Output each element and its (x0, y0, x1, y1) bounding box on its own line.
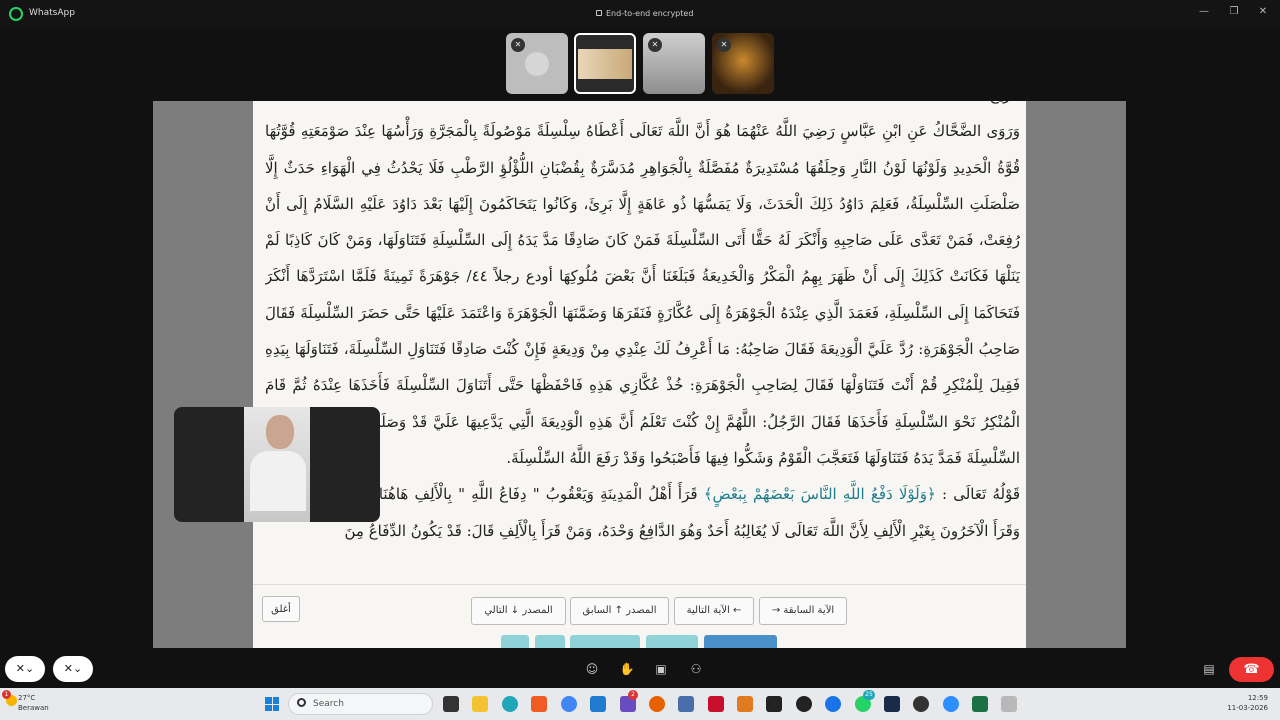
top-fragment: الرِّيحُ. (265, 101, 1020, 113)
mic-muted-icon: ✕ (717, 38, 731, 52)
prev-verse-button[interactable]: → الآية السابقة (759, 597, 847, 625)
quote-intro: قَوْلُهُ تَعَالَى : (941, 485, 1020, 504)
minimize-button[interactable]: — (1194, 6, 1214, 17)
participant-tile[interactable]: ✕ (712, 33, 774, 94)
terminal-icon[interactable] (766, 696, 782, 712)
self-video-feed (244, 407, 310, 522)
notepad-icon[interactable] (678, 696, 694, 712)
weather-condition: Berawan (18, 704, 49, 712)
zoom-icon[interactable] (943, 696, 959, 712)
mic-muted-icon: ✕ (511, 38, 525, 52)
app-name: WhatsApp (29, 8, 75, 18)
app-icon[interactable]: 2 (620, 690, 638, 712)
emoji-reaction-icon[interactable]: ☺ (584, 661, 600, 677)
app-icon[interactable] (737, 696, 753, 712)
add-participant-icon[interactable]: ⚇ (688, 661, 704, 677)
next-source-button[interactable]: المصدر ↓ التالي (471, 597, 566, 625)
camera-toggle-button[interactable]: ✕⌄ (5, 656, 45, 682)
search-icon (297, 698, 306, 707)
tab[interactable] (535, 635, 565, 648)
mic-muted-icon: ✕ (648, 38, 662, 52)
brave-icon[interactable] (531, 696, 547, 712)
title-bar: WhatsApp End-to-end encrypted — ❐ ✕ (0, 0, 1280, 28)
firefox-icon[interactable] (649, 696, 665, 712)
next-verse-button[interactable]: الآية التالية ← (674, 597, 754, 625)
media-player-icon[interactable] (796, 696, 812, 712)
tab-active[interactable] (704, 635, 777, 648)
tab[interactable] (646, 635, 698, 648)
whatsapp-logo-icon (9, 7, 23, 21)
end-call-button[interactable]: ☎ (1229, 657, 1274, 682)
taskbar-search[interactable]: Search (288, 693, 433, 715)
app-icon[interactable] (1001, 696, 1017, 712)
temperature: 27°C (18, 694, 36, 702)
participant-tile[interactable]: ✕ (506, 33, 568, 94)
weather-badge: 1 (2, 690, 11, 699)
taskbar: 1 27°C Berawan Search 2 25 12:59 11-03-2… (0, 688, 1280, 720)
app-icon[interactable] (884, 696, 900, 712)
start-button[interactable] (265, 697, 279, 711)
vscode-icon[interactable] (590, 696, 606, 712)
date: 11-03-2026 (1227, 704, 1268, 712)
mic-toggle-button[interactable]: ✕⌄ (53, 656, 93, 682)
participant-tile-screen-share[interactable] (574, 33, 636, 94)
navigation-bar: أغلق المصدر ↓ التالي المصدر ↑ السابق الآ… (253, 584, 1026, 648)
close-button[interactable]: أغلق (262, 596, 300, 622)
chrome-icon[interactable] (561, 696, 577, 712)
shirt (250, 451, 306, 511)
call-controls (0, 648, 1280, 688)
lock-icon (596, 10, 602, 16)
app-icon[interactable] (913, 696, 929, 712)
whatsapp-taskbar-icon[interactable]: 25 (855, 690, 875, 712)
screen-share-icon[interactable]: ▣ (653, 661, 669, 677)
layout-icon[interactable]: ▤ (1201, 661, 1217, 677)
time: 12:59 (1247, 694, 1268, 702)
weather-widget[interactable]: 1 27°C Berawan (2, 690, 49, 713)
quran-verse: ﴿وَلَوْلَا دَفْعُ اللَّهِ النَّاسَ بَعْض… (703, 485, 936, 504)
face (266, 415, 294, 449)
maps-icon[interactable] (825, 696, 841, 712)
task-view-icon[interactable] (443, 696, 459, 712)
avatar (525, 52, 549, 76)
self-video[interactable] (174, 407, 380, 522)
tab[interactable] (501, 635, 529, 648)
tab[interactable] (570, 635, 640, 648)
maximize-button[interactable]: ❐ (1224, 6, 1244, 17)
shared-screen-preview (578, 49, 632, 79)
system-clock[interactable]: 12:59 11-03-2026 (1222, 693, 1268, 713)
encryption-note: End-to-end encrypted (596, 9, 693, 18)
edge-icon[interactable] (502, 696, 518, 712)
excel-icon[interactable] (972, 696, 988, 712)
notification-badge: 2 (628, 690, 638, 700)
notification-badge: 25 (863, 690, 875, 700)
document-page: الرِّيحُ. وَرَوَى الضَّحَّاكُ عَنِ ابْنِ… (253, 101, 1026, 648)
prev-source-button[interactable]: المصدر ↑ السابق (570, 597, 669, 625)
pdf-icon[interactable] (708, 696, 724, 712)
close-window-button[interactable]: ✕ (1253, 6, 1273, 17)
participant-tile[interactable]: ✕ (643, 33, 705, 94)
file-explorer-icon[interactable] (472, 696, 488, 712)
raise-hand-icon[interactable]: ✋ (619, 661, 635, 677)
